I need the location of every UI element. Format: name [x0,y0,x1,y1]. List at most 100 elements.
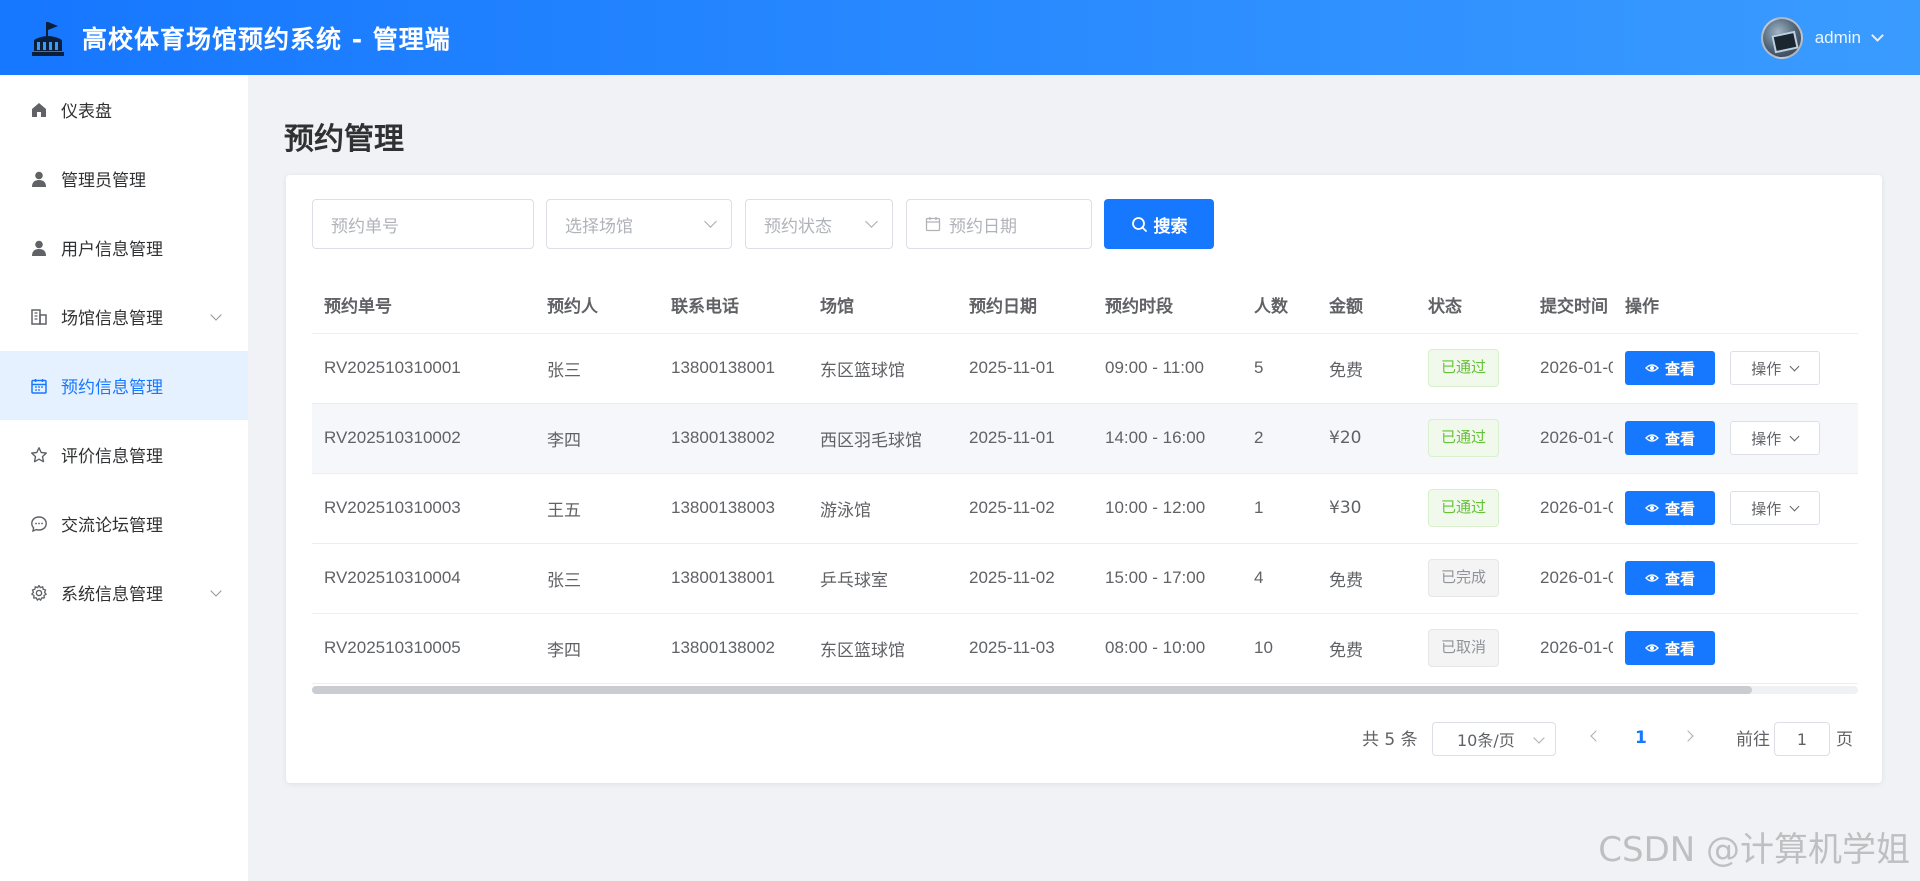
sidebar-item-system[interactable]: 系统信息管理 [0,558,248,627]
submitted-cell: 2026-01-0 [1528,613,1613,684]
actions-cell: 查看 操作 [1613,403,1858,474]
view-label: 查看 [1664,499,1695,518]
actions-cell: 查看 [1613,543,1858,614]
reservation-table: 预约单号 预约人 联系电话 场馆 预约日期 预约时段 人数 金额 状态 提交时间… [312,276,1858,684]
column-header: 预约人 [535,276,659,334]
date-picker[interactable]: 预约日期 [906,199,1092,249]
status-cell: 已取消 [1416,613,1528,684]
people-cell: 4 [1242,543,1317,614]
eye-icon [1645,434,1659,442]
amount-cell: 免费 [1317,333,1416,404]
page-title: 预约管理 [284,122,404,157]
people-cell: 5 [1242,333,1317,404]
sidebar-item-label: 系统信息管理 [61,585,163,605]
phone-cell: 13800138003 [659,473,808,544]
view-button[interactable]: 查看 [1625,561,1715,595]
user-menu[interactable]: admin [1760,17,1884,59]
chevron-down-icon [704,215,717,228]
view-button[interactable]: 查看 [1625,421,1715,455]
sidebar-item-venues[interactable]: 场馆信息管理 [0,282,248,351]
reservation-card: 预约单号 选择场馆 预约状态 预约日期 搜索 预约单号 预约人 联系电话 场馆 … [286,175,1882,783]
venue-cell: 东区篮球馆 [808,333,957,404]
action-dropdown-button[interactable]: 操作 [1729,421,1820,455]
sidebar-item-forum[interactable]: 交流论坛管理 [0,489,248,558]
home-icon [28,99,50,121]
status-badge: 已通过 [1428,349,1500,387]
amount-cell: 免费 [1317,613,1416,684]
action-dropdown-button[interactable]: 操作 [1729,351,1820,385]
view-button[interactable]: 查看 [1625,631,1715,665]
order-no-cell: RV202510310003 [312,473,535,544]
page-size-select[interactable]: 10条/页 [1432,722,1556,756]
search-button[interactable]: 搜索 [1104,199,1214,249]
people-cell: 1 [1242,473,1317,544]
action-label: 操作 [1751,499,1782,518]
date-cell: 2025-11-02 [957,473,1093,544]
action-label: 操作 [1751,429,1782,448]
view-button[interactable]: 查看 [1625,491,1715,525]
amount-cell: 免费 [1317,543,1416,614]
chevron-down-icon [210,309,222,321]
status-placeholder: 预约状态 [764,216,832,237]
column-header: 预约单号 [312,276,535,334]
table-header-row: 预约单号 预约人 联系电话 场馆 预约日期 预约时段 人数 金额 状态 提交时间… [312,276,1858,334]
slot-cell: 09:00 - 11:00 [1093,333,1242,404]
slot-cell: 14:00 - 16:00 [1093,403,1242,474]
total-count: 共 5 条 [1362,729,1418,750]
eye-icon [1645,364,1659,372]
sidebar-item-dashboard[interactable]: 仪表盘 [0,75,248,144]
chevron-down-icon [1533,732,1545,744]
sidebar-item-label: 场馆信息管理 [61,309,163,329]
name-cell: 王五 [535,473,659,544]
search-icon [1131,216,1147,232]
order-no-input[interactable]: 预约单号 [312,199,534,249]
column-header: 人数 [1242,276,1317,334]
building-icon [28,306,50,328]
name-cell: 李四 [535,613,659,684]
goto-page-input[interactable]: 1 [1774,722,1830,756]
goto-suffix: 页 [1836,729,1853,750]
sidebar-item-reservations[interactable]: 预约信息管理 [0,351,248,420]
venue-select[interactable]: 选择场馆 [546,199,732,249]
column-header: 提交时间 [1528,276,1613,334]
sidebar-item-users[interactable]: 用户信息管理 [0,213,248,282]
status-select[interactable]: 预约状态 [745,199,893,249]
column-header: 预约日期 [957,276,1093,334]
status-badge: 已完成 [1428,559,1500,597]
date-cell: 2025-11-03 [957,613,1093,684]
calendar-icon [28,375,50,397]
avatar[interactable] [1760,17,1803,59]
search-label: 搜索 [1153,216,1188,237]
table-row: RV202510310003 王五 13800138003 游泳馆 2025-1… [312,473,1858,544]
eye-icon [1645,504,1659,512]
horizontal-scrollbar[interactable] [312,686,1858,694]
current-page[interactable]: 1 [1635,728,1647,748]
submitted-cell: 2026-01-0 [1528,403,1613,474]
action-dropdown-button[interactable]: 操作 [1729,491,1820,525]
chevron-down-icon [1789,501,1800,511]
prev-page-icon[interactable] [1590,730,1602,742]
venue-placeholder: 选择场馆 [565,216,633,237]
actions-cell: 查看 [1613,613,1858,684]
amount-cell: ¥30 [1317,473,1416,544]
table-row: RV202510310001 张三 13800138001 东区篮球馆 2025… [312,333,1858,404]
date-cell: 2025-11-02 [957,543,1093,614]
sidebar-item-label: 交流论坛管理 [61,516,163,536]
next-page-icon[interactable] [1682,730,1694,742]
amount-cell: ¥20 [1317,403,1416,474]
stadium-logo-icon [32,22,64,56]
scrollbar-thumb[interactable] [312,686,1752,694]
view-button[interactable]: 查看 [1625,351,1715,385]
app-title: 高校体育场馆预约系统 - 管理端 [82,25,451,54]
calendar-icon [925,217,941,232]
user-icon [28,168,50,190]
venue-cell: 西区羽毛球馆 [808,403,957,474]
sidebar-item-reviews[interactable]: 评价信息管理 [0,420,248,489]
order-no-cell: RV202510310004 [312,543,535,614]
action-label: 操作 [1751,359,1782,378]
name-cell: 张三 [535,333,659,404]
phone-cell: 13800138002 [659,403,808,474]
venue-cell: 东区篮球馆 [808,613,957,684]
sidebar-item-admins[interactable]: 管理员管理 [0,144,248,213]
order-no-cell: RV202510310002 [312,403,535,474]
